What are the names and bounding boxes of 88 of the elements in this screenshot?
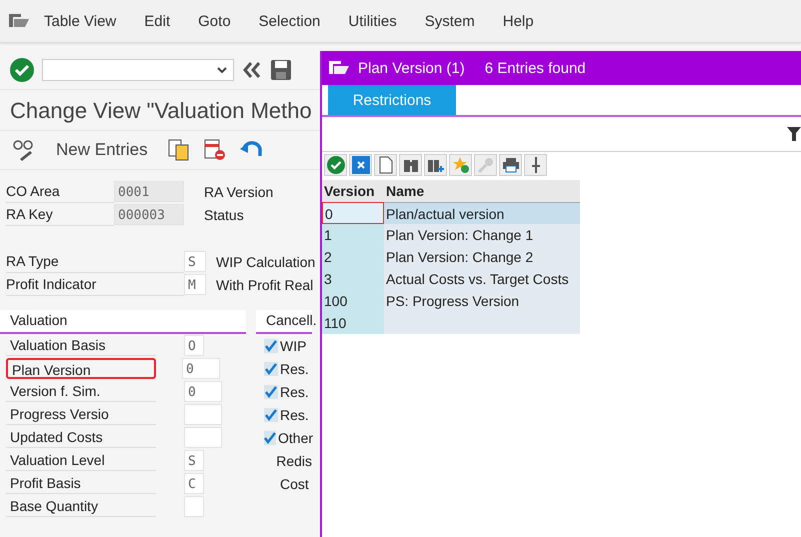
input-field[interactable]: S <box>184 450 204 471</box>
delete-row-icon[interactable] <box>204 139 226 161</box>
field-label: Updated Costs <box>6 427 156 448</box>
key-icon <box>478 157 494 173</box>
input-field[interactable]: 0 <box>182 358 220 379</box>
column-header: Name <box>384 180 580 202</box>
field-value: M <box>184 274 206 295</box>
double-chevron-left-icon[interactable] <box>242 61 262 79</box>
input-field[interactable] <box>184 496 204 517</box>
close-icon <box>352 156 370 174</box>
menu-item[interactable]: Table View <box>30 12 130 30</box>
input-field[interactable] <box>184 427 222 448</box>
menu-icon[interactable] <box>328 60 350 76</box>
menu-icon[interactable] <box>8 13 30 29</box>
menu-item[interactable]: Help <box>488 12 548 30</box>
checkbox[interactable] <box>264 384 278 398</box>
table-cell[interactable] <box>384 312 580 334</box>
cancel-button[interactable] <box>349 154 372 176</box>
pin-icon <box>530 156 542 174</box>
input-field[interactable]: 0 <box>184 381 222 402</box>
find-button[interactable] <box>399 154 422 176</box>
check-icon <box>326 156 344 174</box>
section-header: Valuation <box>0 310 246 334</box>
new-entries-button[interactable]: New Entries <box>50 140 154 160</box>
table-cell[interactable]: 2 <box>322 246 384 268</box>
field-label: Progress Versio <box>6 404 156 425</box>
input-field[interactable]: C <box>184 473 204 494</box>
add-favorite-button[interactable] <box>449 154 472 176</box>
table-cell[interactable]: Actual Costs vs. Target Costs <box>384 268 580 290</box>
field-label: Profit Basis <box>6 473 156 494</box>
table-cell[interactable]: 100 <box>322 290 384 312</box>
column-header: Version <box>322 180 384 202</box>
document-icon <box>378 156 392 174</box>
checkbox-label: Redis <box>276 452 312 468</box>
printer-icon <box>502 157 520 173</box>
table-cell[interactable]: Plan Version: Change 2 <box>384 246 580 268</box>
checkbox[interactable] <box>264 362 278 376</box>
checkbox[interactable] <box>264 408 278 422</box>
menu-item[interactable]: Edit <box>130 12 184 30</box>
filter-icon[interactable] <box>787 126 801 142</box>
checkbox-label: Cost <box>280 476 309 492</box>
table-cell[interactable]: 1 <box>322 224 384 246</box>
field-value: S <box>184 251 206 272</box>
pin-button[interactable] <box>524 154 547 176</box>
table-cell[interactable]: Plan/actual version <box>384 202 580 224</box>
field-value: 000003 <box>114 204 184 225</box>
field-label: Valuation Basis <box>6 335 156 356</box>
menu-item[interactable]: System <box>410 12 489 30</box>
highlighted-label: Plan Version <box>6 358 156 379</box>
field-label: RA Version <box>203 184 274 200</box>
field-description: With Profit Real <box>215 276 314 292</box>
input-field[interactable]: O <box>184 335 204 356</box>
table-cell[interactable]: Plan Version: Change 1 <box>384 224 580 246</box>
new-button[interactable] <box>374 154 397 176</box>
checkbox[interactable] <box>264 338 278 352</box>
checkbox-label: Other <box>278 430 314 446</box>
checkbox-label: WIP <box>280 338 306 354</box>
entries-count: 6 Entries found <box>484 60 586 76</box>
field-value: 0001 <box>114 181 184 202</box>
chevron-down-icon <box>217 67 227 73</box>
input-field[interactable] <box>184 404 222 425</box>
table-cell[interactable]: 3 <box>322 268 384 290</box>
table-cell[interactable]: 110 <box>322 312 384 334</box>
binoculars-icon <box>402 157 418 173</box>
print-button[interactable] <box>499 154 522 176</box>
menu-item[interactable]: Utilities <box>334 12 411 30</box>
confirm-button[interactable] <box>324 154 347 176</box>
binoculars-plus-icon <box>426 157 444 173</box>
field-label: Status <box>203 206 244 222</box>
copy-icon[interactable] <box>168 139 190 161</box>
field-description: WIP Calculation <box>215 254 316 270</box>
find-next-button[interactable] <box>424 154 447 176</box>
checkbox-label: Res. <box>280 406 309 422</box>
table-cell[interactable]: 0 <box>322 202 384 224</box>
field-label: Version f. Sim. <box>6 381 156 402</box>
command-field[interactable] <box>42 59 234 81</box>
checkbox[interactable] <box>264 430 276 444</box>
checkbox-label: Res. <box>280 360 309 376</box>
checkbox-label: Res. <box>280 384 309 400</box>
table-cell[interactable]: PS: Progress Version <box>384 290 580 312</box>
save-icon[interactable] <box>270 59 292 81</box>
menu-item[interactable]: Selection <box>244 12 334 30</box>
dialog-title: Plan Version (1) <box>358 60 465 76</box>
check-icon <box>10 58 34 82</box>
menu-item[interactable]: Goto <box>184 12 245 30</box>
field-label: Base Quantity <box>6 496 156 517</box>
star-plus-icon <box>452 156 470 174</box>
field-label: Valuation Level <box>6 450 156 471</box>
